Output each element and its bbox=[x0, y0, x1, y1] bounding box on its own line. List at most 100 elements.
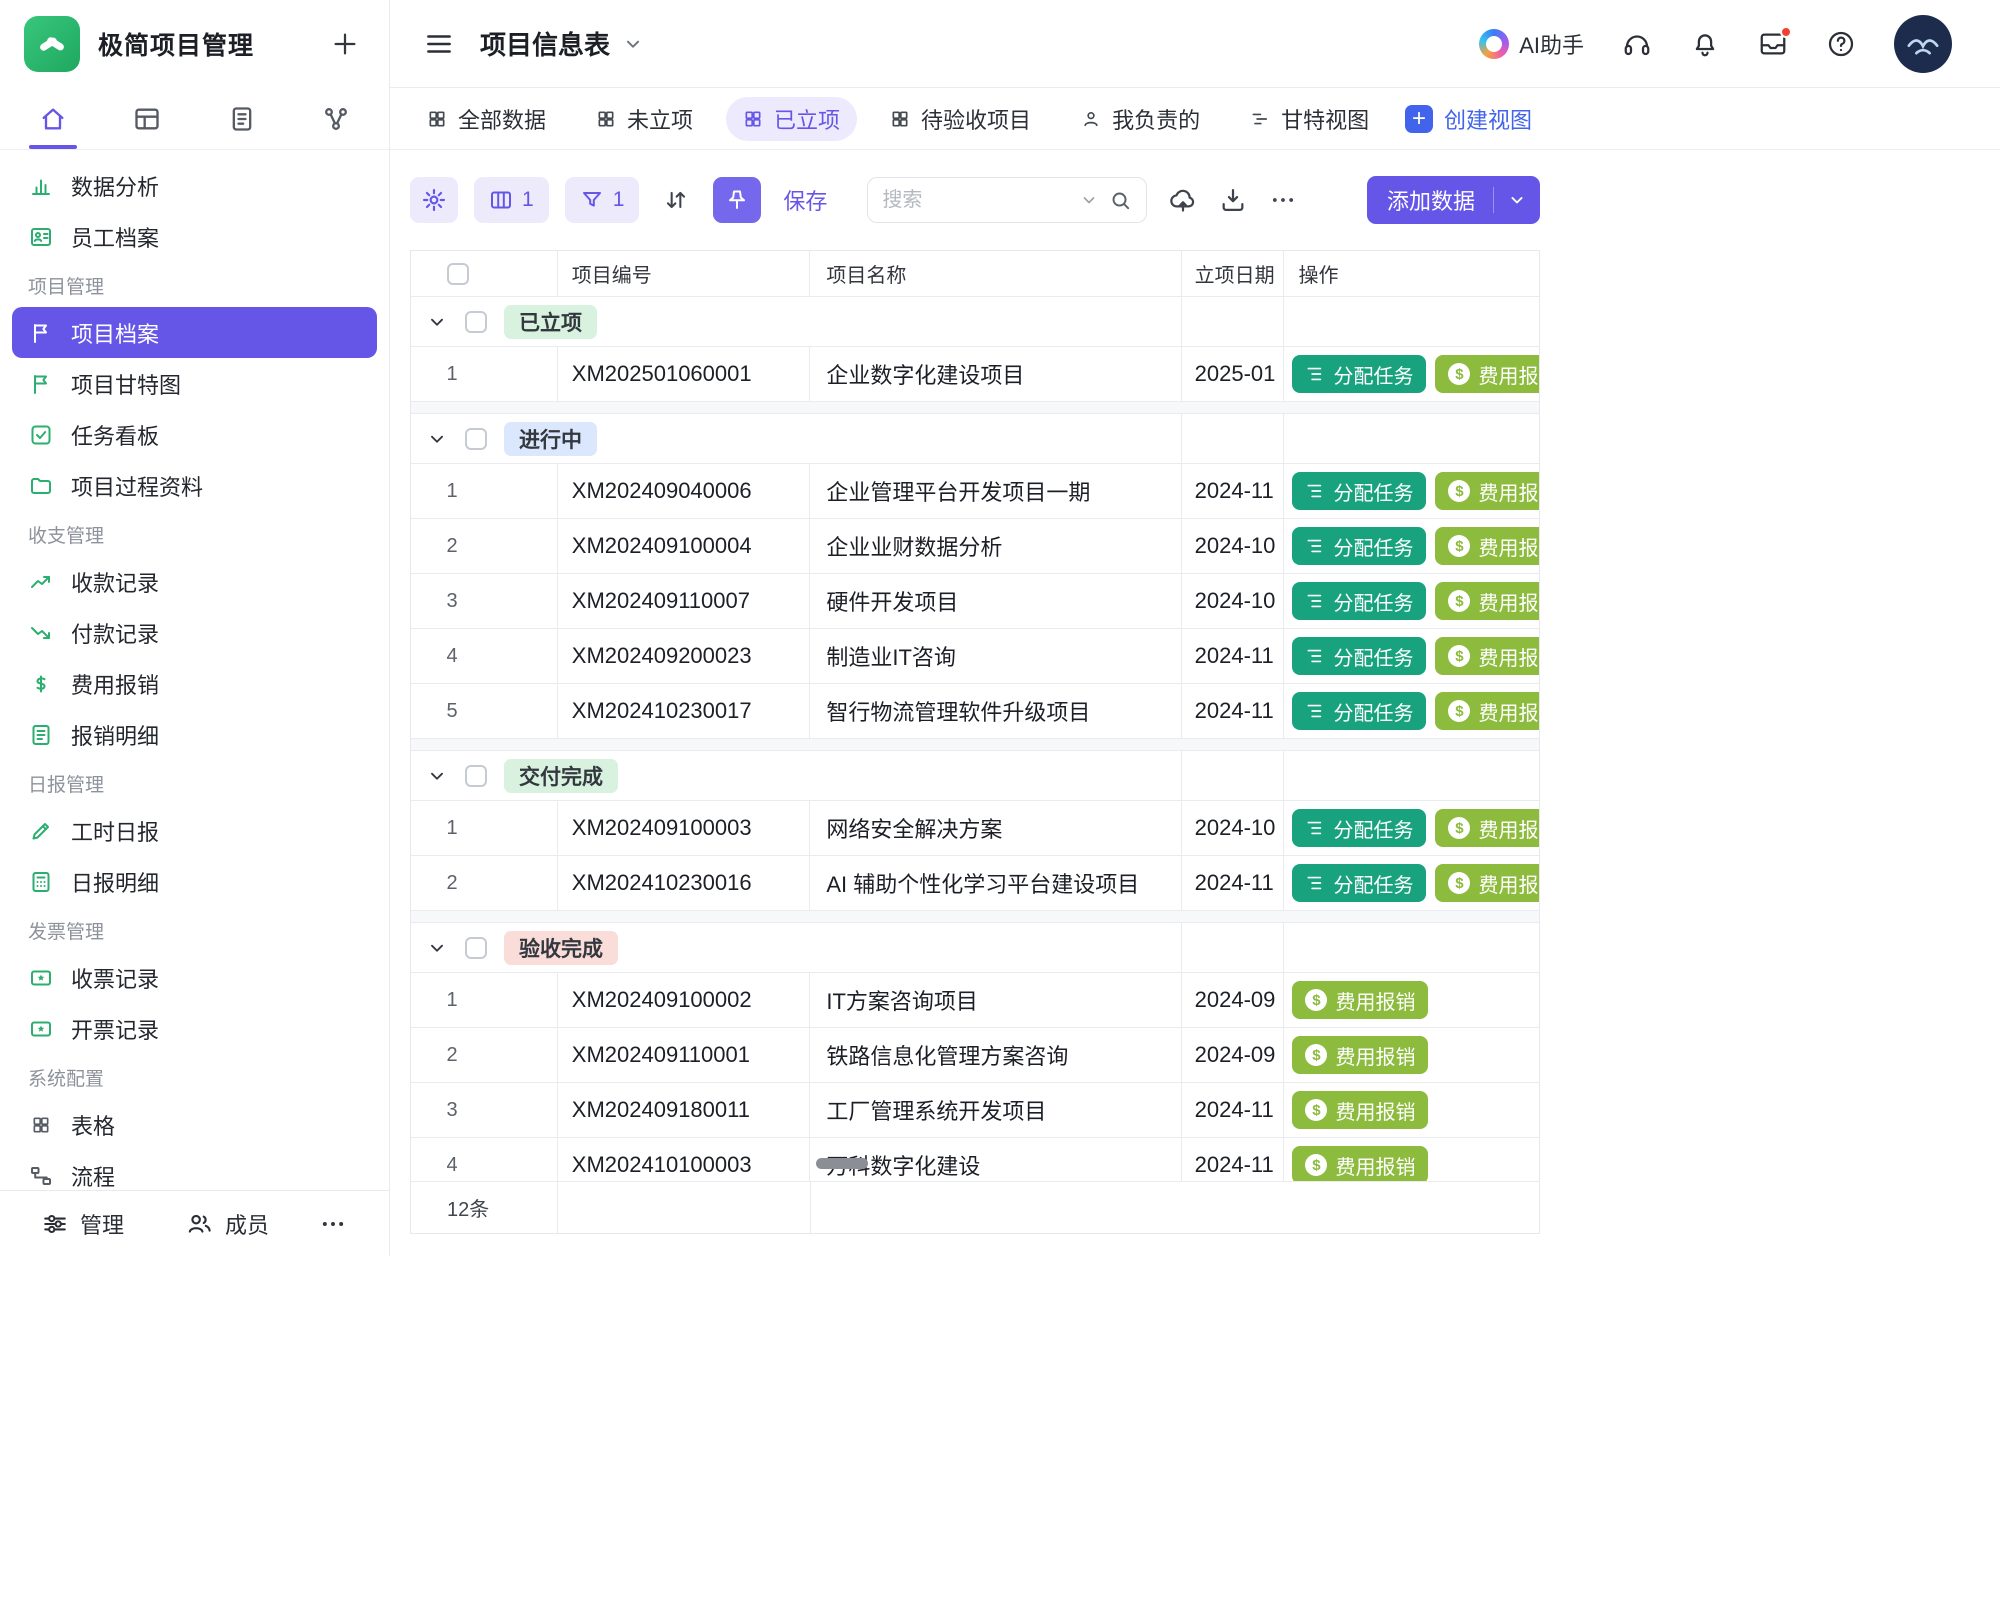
expense-button[interactable]: $费用报销 bbox=[1435, 472, 1539, 510]
support-button[interactable] bbox=[1622, 29, 1652, 59]
sidebar-item[interactable]: 任务看板 bbox=[12, 409, 377, 460]
sidebar-item[interactable]: 日报明细 bbox=[12, 856, 377, 907]
assign-task-button[interactable]: 分配任务 bbox=[1292, 355, 1426, 393]
help-button[interactable] bbox=[1826, 29, 1856, 59]
expense-button[interactable]: $费用报销 bbox=[1292, 1146, 1428, 1181]
manage-button[interactable]: 管理 bbox=[42, 1208, 124, 1240]
collapse-group-chevron-icon[interactable] bbox=[426, 765, 448, 787]
column-header-name[interactable]: 项目名称 bbox=[810, 251, 1181, 296]
inbox-button[interactable] bbox=[1758, 29, 1788, 59]
column-header-ops[interactable]: 操作 bbox=[1284, 251, 1539, 296]
table-row[interactable]: 3XM202409110007硬件开发项目2024-10分配任务$费用报销 bbox=[411, 574, 1539, 629]
pin-button[interactable] bbox=[713, 177, 761, 223]
expense-button[interactable]: $费用报销 bbox=[1435, 527, 1539, 565]
group-checkbox[interactable] bbox=[465, 765, 487, 787]
assign-task-button[interactable]: 分配任务 bbox=[1292, 582, 1426, 620]
table-row[interactable]: 3XM202409180011工厂管理系统开发项目2024-11$费用报销 bbox=[411, 1083, 1539, 1138]
expense-button[interactable]: $费用报销 bbox=[1435, 864, 1539, 902]
table-row[interactable]: 4XM202410100003万科数字化建设2024-11$费用报销 bbox=[411, 1138, 1539, 1181]
ai-assistant-button[interactable]: AI助手 bbox=[1479, 28, 1584, 60]
notifications-button[interactable] bbox=[1690, 29, 1720, 59]
expense-button[interactable]: $费用报销 bbox=[1435, 355, 1539, 393]
view-settings-button[interactable] bbox=[410, 177, 458, 223]
view-tab[interactable]: 我负责的 bbox=[1064, 97, 1217, 141]
expense-button[interactable]: $费用报销 bbox=[1435, 637, 1539, 675]
sidebar-item[interactable]: 费用报销 bbox=[12, 658, 377, 709]
sidebar-item[interactable]: 工时日报 bbox=[12, 805, 377, 856]
import-button[interactable] bbox=[1169, 186, 1197, 214]
assign-task-button[interactable]: 分配任务 bbox=[1292, 864, 1426, 902]
hidden-fields-button[interactable]: 1 bbox=[474, 177, 549, 223]
table-row[interactable]: 1XM202501060001企业数字化建设项目2025-01分配任务$费用报销 bbox=[411, 347, 1539, 402]
collapse-group-chevron-icon[interactable] bbox=[426, 311, 448, 333]
sidebar-item[interactable]: 数据分析 bbox=[12, 160, 377, 211]
group-checkbox[interactable] bbox=[465, 428, 487, 450]
sidebar-nav-tab-org[interactable] bbox=[305, 88, 367, 149]
filter-button[interactable]: 1 bbox=[565, 177, 640, 223]
assign-task-button[interactable]: 分配任务 bbox=[1292, 637, 1426, 675]
view-tab[interactable]: 甘特视图 bbox=[1233, 97, 1386, 141]
search-icon[interactable] bbox=[1109, 189, 1132, 212]
search-scope-chevron-icon[interactable] bbox=[1079, 190, 1099, 210]
table-row[interactable]: 1XM202409100003网络安全解决方案2024-10分配任务$费用报销 bbox=[411, 801, 1539, 856]
members-button[interactable]: 成员 bbox=[186, 1208, 269, 1240]
column-header-date[interactable]: 立项日期 bbox=[1182, 251, 1285, 296]
column-header-code[interactable]: 项目编号 bbox=[558, 251, 811, 296]
view-tab[interactable]: 全部数据 bbox=[410, 97, 563, 141]
sidebar-item[interactable]: 收款记录 bbox=[12, 556, 377, 607]
collapse-group-chevron-icon[interactable] bbox=[426, 937, 448, 959]
table-row[interactable]: 4XM202409200023制造业IT咨询2024-11分配任务$费用报销 bbox=[411, 629, 1539, 684]
sidebar-more-button[interactable] bbox=[319, 1210, 347, 1238]
search-input[interactable] bbox=[882, 189, 1069, 212]
view-tab[interactable]: 已立项 bbox=[726, 97, 857, 141]
sidebar-item[interactable]: 项目过程资料 bbox=[12, 460, 377, 511]
select-all-checkbox[interactable] bbox=[447, 263, 469, 285]
create-view-button[interactable]: + 创建视图 bbox=[1405, 103, 1540, 135]
view-tab[interactable]: 待验收项目 bbox=[873, 97, 1048, 141]
user-avatar[interactable] bbox=[1894, 15, 1952, 73]
add-workspace-button[interactable] bbox=[327, 26, 363, 62]
export-button[interactable] bbox=[1219, 186, 1247, 214]
sort-button[interactable] bbox=[653, 177, 699, 223]
expense-button[interactable]: $费用报销 bbox=[1292, 981, 1428, 1019]
sidebar-nav-tab-doc[interactable] bbox=[211, 88, 273, 149]
expense-button[interactable]: $费用报销 bbox=[1435, 582, 1539, 620]
expense-button[interactable]: $费用报销 bbox=[1292, 1036, 1428, 1074]
assign-task-button[interactable]: 分配任务 bbox=[1292, 527, 1426, 565]
save-view-button[interactable]: 保存 bbox=[783, 184, 827, 216]
sidebar-item-label: 流程 bbox=[71, 1160, 115, 1191]
sidebar-item[interactable]: 项目甘特图 bbox=[12, 358, 377, 409]
expense-button[interactable]: $费用报销 bbox=[1435, 809, 1539, 847]
assign-task-button[interactable]: 分配任务 bbox=[1292, 809, 1426, 847]
sidebar-item[interactable]: 流程 bbox=[12, 1150, 377, 1190]
expense-button[interactable]: $费用报销 bbox=[1292, 1091, 1428, 1129]
sidebar-nav-tab-sheet[interactable] bbox=[116, 88, 178, 149]
table-row[interactable]: 2XM202409110001铁路信息化管理方案咨询2024-09$费用报销 bbox=[411, 1028, 1539, 1083]
sidebar-nav-tab-home[interactable] bbox=[22, 88, 84, 149]
assign-task-button[interactable]: 分配任务 bbox=[1292, 692, 1426, 730]
table-row[interactable]: 5XM202410230017智行物流管理软件升级项目2024-11分配任务$费… bbox=[411, 684, 1539, 739]
table-row[interactable]: 1XM202409040006企业管理平台开发项目一期2024-11分配任务$费… bbox=[411, 464, 1539, 519]
table-row[interactable]: 1XM202409100002IT方案咨询项目2024-09$费用报销 bbox=[411, 973, 1539, 1028]
expense-button[interactable]: $费用报销 bbox=[1435, 692, 1539, 730]
sidebar-item[interactable]: 开票记录 bbox=[12, 1003, 377, 1054]
view-tab[interactable]: 未立项 bbox=[579, 97, 710, 141]
add-data-button[interactable]: 添加数据 bbox=[1367, 176, 1540, 224]
sidebar-item[interactable]: 付款记录 bbox=[12, 607, 377, 658]
table-row[interactable]: 2XM202409100004企业业财数据分析2024-10分配任务$费用报销 bbox=[411, 519, 1539, 574]
add-data-chevron-icon[interactable] bbox=[1494, 190, 1540, 210]
assign-task-button[interactable]: 分配任务 bbox=[1292, 472, 1426, 510]
toolbar-more-button[interactable] bbox=[1269, 186, 1297, 214]
horizontal-scrollbar[interactable] bbox=[816, 1158, 868, 1169]
sidebar-item[interactable]: 收票记录 bbox=[12, 952, 377, 1003]
sidebar-item[interactable]: 项目档案 bbox=[12, 307, 377, 358]
collapse-sidebar-button[interactable] bbox=[424, 29, 454, 59]
doc-title-dropdown[interactable]: 项目信息表 bbox=[480, 25, 644, 62]
sidebar-item[interactable]: 报销明细 bbox=[12, 709, 377, 760]
collapse-group-chevron-icon[interactable] bbox=[426, 428, 448, 450]
table-row[interactable]: 2XM202410230016AI 辅助个性化学习平台建设项目2024-11分配… bbox=[411, 856, 1539, 911]
group-checkbox[interactable] bbox=[465, 311, 487, 333]
group-checkbox[interactable] bbox=[465, 937, 487, 959]
sidebar-item[interactable]: 员工档案 bbox=[12, 211, 377, 262]
sidebar-item[interactable]: 表格 bbox=[12, 1099, 377, 1150]
